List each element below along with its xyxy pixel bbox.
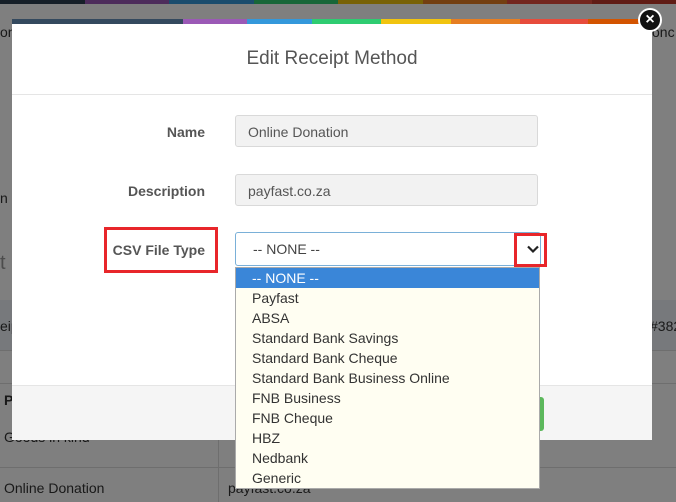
csv-file-type-selected-value: -- NONE -- — [253, 241, 320, 257]
csv-option[interactable]: ABSA — [236, 308, 539, 328]
description-label: Description — [127, 183, 205, 199]
csv-option[interactable]: -- NONE -- — [236, 268, 539, 288]
csv-option[interactable]: FNB Business — [236, 388, 539, 408]
csv-option[interactable]: HBZ — [236, 428, 539, 448]
csv-option[interactable]: Payfast — [236, 288, 539, 308]
close-icon[interactable]: × — [638, 8, 662, 32]
modal-title: Edit Receipt Method — [12, 24, 652, 95]
csv-label-highlight-box — [104, 227, 218, 273]
csv-option[interactable]: Nedbank — [236, 448, 539, 468]
name-field[interactable]: Online Donation — [235, 115, 538, 147]
csv-file-type-options-list[interactable]: -- NONE -- Payfast ABSA Standard Bank Savin… — [235, 267, 540, 489]
csv-option[interactable]: Standard Bank Business Online — [236, 368, 539, 388]
csv-option[interactable]: Generic — [236, 468, 539, 488]
csv-option[interactable]: FNB Cheque — [236, 408, 539, 428]
description-field[interactable]: payfast.co.za — [235, 174, 538, 206]
csv-option[interactable]: Standard Bank Cheque — [236, 348, 539, 368]
dropdown-arrow-highlight-box — [514, 233, 547, 267]
name-label: Name — [166, 124, 205, 140]
csv-option[interactable]: Standard Bank Savings — [236, 328, 539, 348]
csv-file-type-select[interactable]: -- NONE -- — [235, 232, 541, 266]
